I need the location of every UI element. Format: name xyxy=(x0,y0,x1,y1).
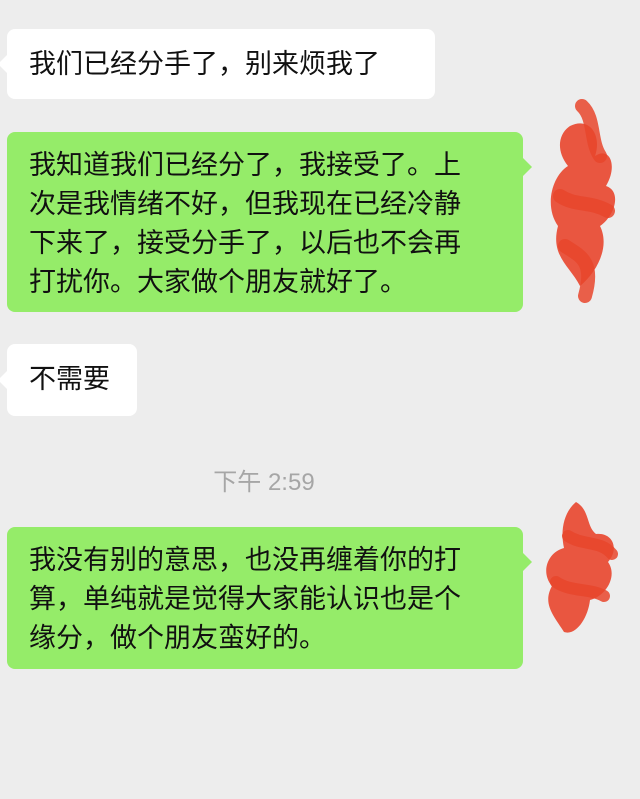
avatar-redaction-scribble xyxy=(546,502,614,633)
received-message-bubble[interactable]: 不需要 xyxy=(7,344,137,416)
sent-message-bubble[interactable]: 我知道我们已经分了，我接受了。上 次是我情绪不好，但我现在已经冷静 下来了，接受… xyxy=(7,132,523,312)
received-message-bubble[interactable]: 我们已经分手了，别来烦我了 xyxy=(7,29,435,99)
bubble-tail xyxy=(523,553,532,571)
sent-message-bubble[interactable]: 我没有别的意思，也没再缠着你的打 算，单纯就是觉得大家能认识也是个 缘分，做个朋… xyxy=(7,527,523,669)
bubble-tail xyxy=(0,371,7,389)
message-timestamp: 下午 2:59 xyxy=(213,469,315,496)
bubble-tail xyxy=(0,55,7,73)
redacted-avatar-icon[interactable] xyxy=(540,96,630,311)
bubble-tail xyxy=(523,158,532,176)
chat-conversation: 我们已经分手了，别来烦我了 我知道我们已经分了，我接受了。上 次是我情绪不好，但… xyxy=(0,0,640,799)
redacted-avatar-icon[interactable] xyxy=(538,496,628,646)
